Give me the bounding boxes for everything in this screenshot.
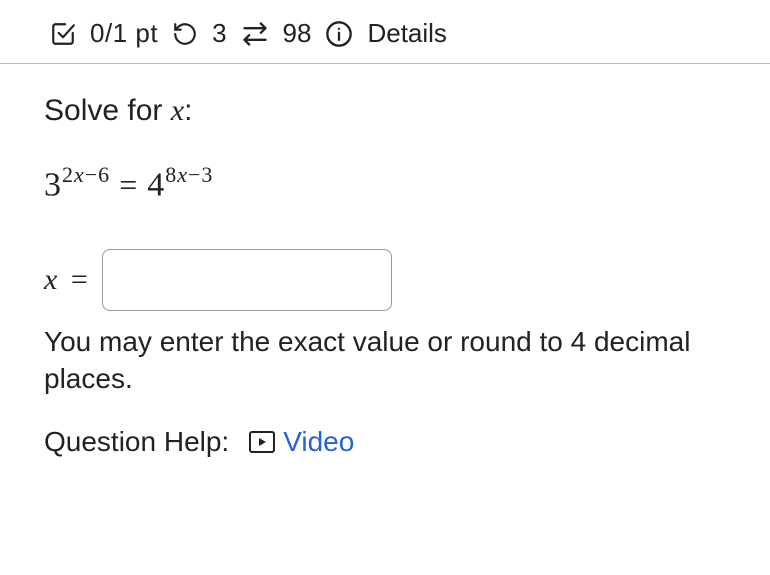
answer-hint: You may enter the exact value or round t… xyxy=(44,323,726,399)
attempts-value: 3 xyxy=(212,18,226,49)
prompt-variable: x xyxy=(171,94,184,127)
help-label: Question Help: xyxy=(44,426,229,458)
info-icon[interactable] xyxy=(325,20,353,48)
answer-row: x = xyxy=(44,249,726,311)
equation-display: 32x−6 = 48x−3 xyxy=(44,164,726,205)
retries-value: 98 xyxy=(283,18,312,49)
question-prompt: Solve for x: xyxy=(44,94,726,128)
undo-icon xyxy=(172,21,198,47)
answer-label: x = xyxy=(44,263,88,297)
play-icon xyxy=(249,431,275,453)
question-header: 0/1 pt 3 98 Details xyxy=(0,0,770,64)
checkbox-icon xyxy=(50,21,76,47)
answer-input[interactable] xyxy=(102,249,392,311)
video-help-link[interactable]: Video xyxy=(249,426,354,458)
details-link[interactable]: Details xyxy=(367,18,446,49)
score-text: 0/1 pt xyxy=(90,18,158,49)
question-body: Solve for x: 32x−6 = 48x−3 x = You may e… xyxy=(0,64,770,478)
swap-icon xyxy=(241,20,269,48)
help-row: Question Help: Video xyxy=(44,426,726,458)
